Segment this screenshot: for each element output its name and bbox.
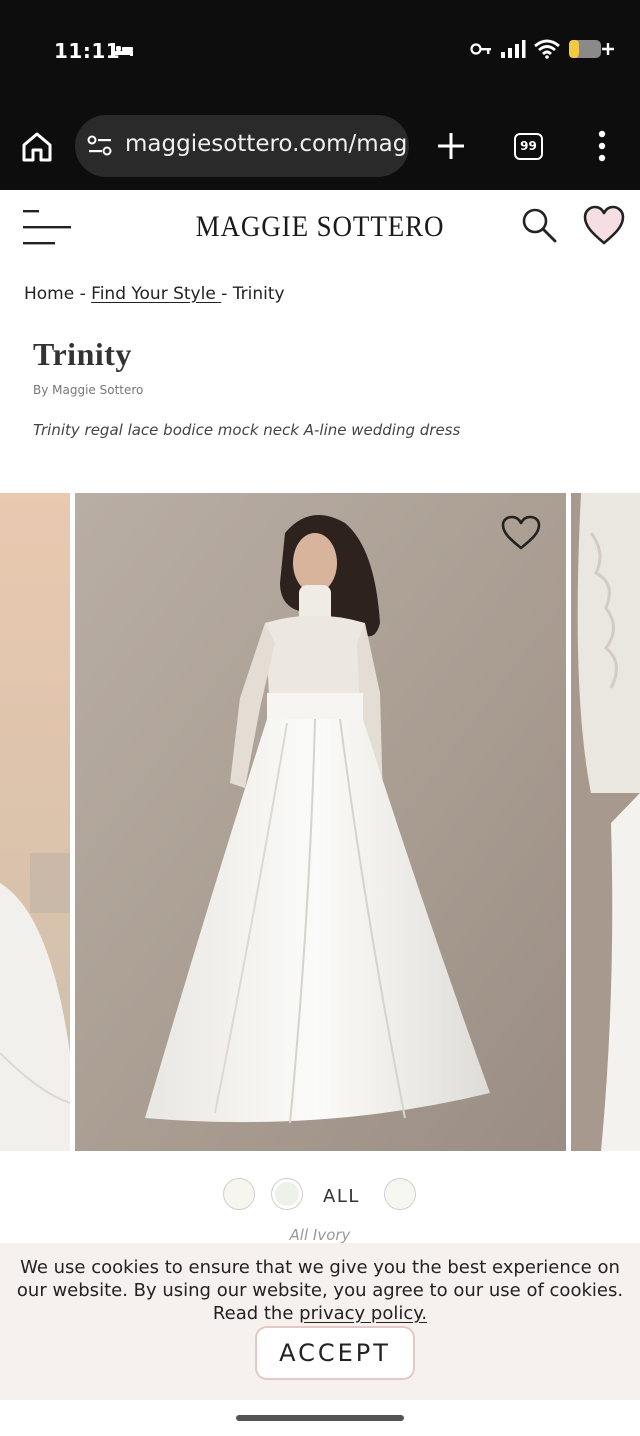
- more-vert-icon[interactable]: [594, 130, 610, 162]
- browser-toolbar: maggiesottero.com/mag 99: [0, 100, 640, 190]
- sleep-mode-icon: [110, 42, 134, 63]
- next-product-image[interactable]: [571, 493, 640, 1151]
- selected-color-name: All Ivory: [289, 1226, 351, 1244]
- add-to-favorites-heart-icon[interactable]: [500, 514, 542, 552]
- previous-product-image[interactable]: [0, 493, 70, 1151]
- site-header: MAGGIE SOTTERO: [0, 190, 640, 270]
- wifi-icon: [534, 39, 560, 64]
- home-icon[interactable]: [20, 130, 54, 164]
- breadcrumb-home[interactable]: Home: [24, 284, 74, 304]
- breadcrumb-current: Trinity: [232, 284, 285, 304]
- signal-icon: [500, 39, 526, 64]
- breadcrumb-separator: -: [74, 284, 92, 304]
- gesture-handle[interactable]: [236, 1415, 404, 1421]
- product-image-carousel[interactable]: [0, 493, 640, 1151]
- vpn-key-icon: [470, 42, 492, 61]
- color-swatches: ALL: [0, 1176, 640, 1216]
- breadcrumb-separator: -: [221, 284, 233, 304]
- product-description: Trinity regal lace bodice mock neck A-li…: [33, 421, 461, 439]
- privacy-policy-link[interactable]: privacy policy.: [299, 1303, 427, 1324]
- address-bar[interactable]: maggiesottero.com/mag: [75, 115, 409, 177]
- all-colors-option[interactable]: ALL: [323, 1186, 360, 1207]
- color-swatch-selected[interactable]: [271, 1178, 303, 1210]
- heart-icon[interactable]: [582, 204, 626, 248]
- tabs-icon[interactable]: 99: [514, 133, 543, 160]
- color-swatch[interactable]: [223, 1178, 255, 1210]
- status-indicators: [470, 38, 616, 65]
- search-icon[interactable]: [520, 206, 558, 244]
- cookie-message: We use cookies to ensure that we give yo…: [6, 1256, 634, 1325]
- url-text: maggiesottero.com/mag: [125, 131, 408, 157]
- navigation-gesture-area: [0, 1400, 640, 1436]
- cookie-banner: We use cookies to ensure that we give yo…: [0, 1243, 640, 1400]
- accept-cookies-button[interactable]: ACCEPT: [255, 1326, 415, 1380]
- color-swatch[interactable]: [384, 1178, 416, 1210]
- status-bar: 11:11: [0, 0, 640, 100]
- product-designer: By Maggie Sottero: [33, 383, 144, 397]
- product-title: Trinity: [33, 336, 132, 372]
- plus-icon[interactable]: [435, 130, 467, 162]
- tune-icon[interactable]: [87, 135, 113, 162]
- breadcrumb-find-your-style[interactable]: Find Your Style: [91, 284, 221, 304]
- breadcrumb: Home - Find Your Style - Trinity: [24, 284, 285, 304]
- main-product-image[interactable]: [75, 493, 566, 1151]
- battery-icon: [568, 38, 616, 65]
